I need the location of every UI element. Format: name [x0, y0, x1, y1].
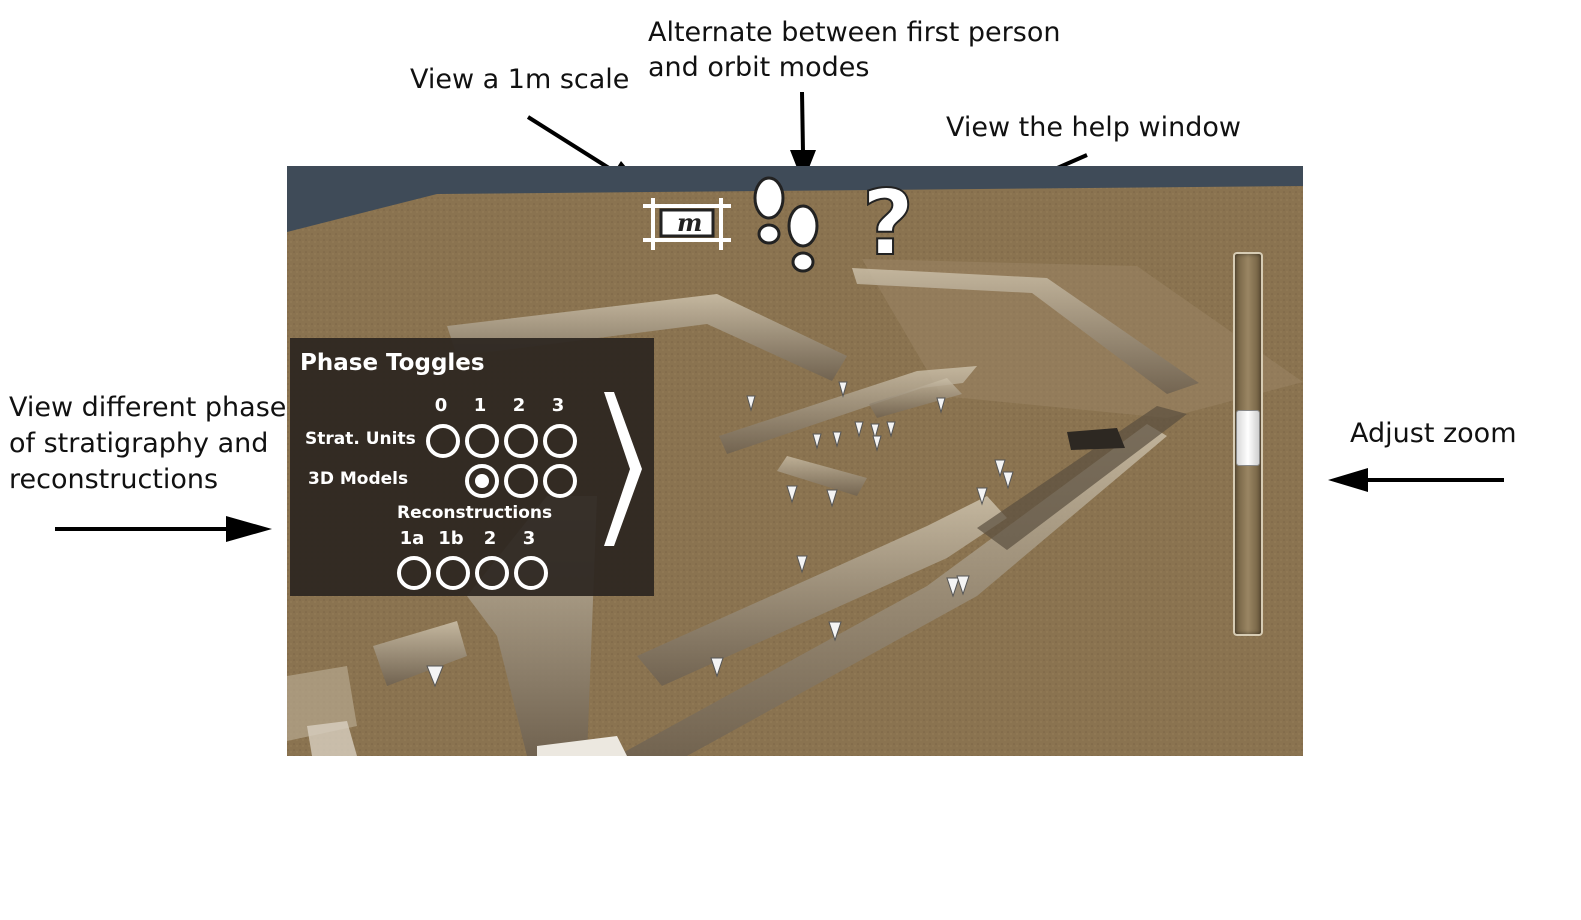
help-button[interactable]: ? [861, 170, 915, 277]
reconstruction-toggle-2[interactable] [475, 556, 509, 590]
3d-model-toggle-3[interactable] [543, 464, 577, 498]
svg-text:?: ? [862, 172, 914, 264]
scale-icon-letter: m [677, 208, 703, 237]
reconstructions-label: Reconstructions [397, 503, 553, 523]
help-question-icon: ? [861, 170, 915, 277]
reconstruction-id-2: 2 [483, 528, 497, 549]
reconstruction-id-3: 3 [522, 528, 536, 549]
strat-unit-toggle-0[interactable] [426, 424, 460, 458]
strat-units-label: Strat. Units [305, 429, 416, 449]
phase-number-2: 2 [512, 395, 526, 416]
3d-model-toggle-1[interactable] [465, 464, 499, 498]
strat-unit-toggle-2[interactable] [504, 424, 538, 458]
phase-toggles-panel: Phase Toggles 0 1 2 3 Strat. Units 3D Mo… [290, 338, 654, 596]
collapse-panel-chevron-icon[interactable] [600, 388, 644, 550]
panel-title: Phase Toggles [300, 350, 485, 376]
3d-model-toggle-2[interactable] [504, 464, 538, 498]
phase-number-3: 3 [551, 395, 565, 416]
reconstruction-toggle-1a[interactable] [397, 556, 431, 590]
reconstruction-id-1b: 1b [438, 528, 464, 549]
footprints-icon [753, 176, 819, 273]
zoom-slider-thumb[interactable] [1236, 410, 1260, 466]
reconstruction-id-1a: 1a [399, 528, 425, 549]
scene-viewport[interactable]: m ? Phase Toggles 0 1 2 3 Strat. Units 3… [287, 166, 1303, 756]
reconstruction-toggle-1b[interactable] [436, 556, 470, 590]
phase-number-0: 0 [434, 395, 448, 416]
phase-number-1: 1 [473, 395, 487, 416]
3d-models-label: 3D Models [308, 469, 409, 489]
view-mode-toggle-button[interactable] [749, 174, 825, 278]
strat-unit-toggle-3[interactable] [543, 424, 577, 458]
scale-1m-button[interactable]: m [639, 192, 735, 260]
zoom-slider[interactable] [1233, 252, 1263, 636]
reconstruction-toggle-3[interactable] [514, 556, 548, 590]
strat-unit-toggle-1[interactable] [465, 424, 499, 458]
